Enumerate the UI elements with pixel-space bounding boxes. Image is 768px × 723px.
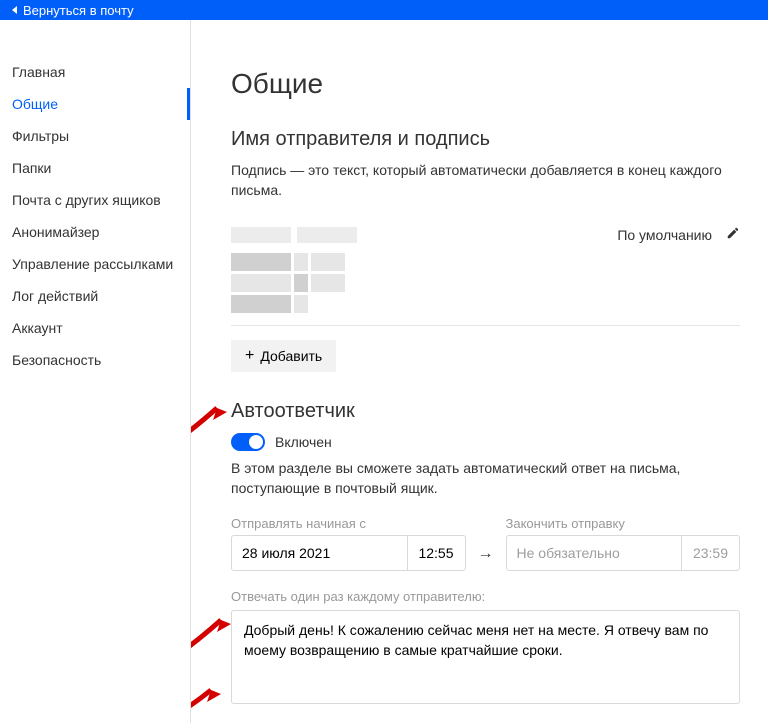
signature-preview (231, 253, 740, 313)
end-label: Закончить отправку (506, 516, 741, 531)
signature-card: По умолчанию (231, 218, 740, 326)
signature-default-badge: По умолчанию (617, 227, 712, 243)
end-time-input[interactable] (681, 536, 739, 570)
annotation-arrow-1 (191, 398, 229, 438)
signature-heading: Имя отправителя и подпись (231, 128, 740, 151)
sidebar-item-actionlog[interactable]: Лог действий (0, 280, 190, 312)
reply-textarea[interactable] (231, 610, 740, 704)
sidebar-item-general[interactable]: Общие (0, 88, 190, 120)
arrow-right-icon: → (474, 545, 498, 571)
sidebar-item-anonymizer[interactable]: Анонимайзер (0, 216, 190, 248)
autoresponder-section: Автоответчик Включен В этом разделе вы с… (231, 400, 740, 723)
signature-section: Имя отправителя и подпись Подпись — это … (231, 128, 740, 372)
sidebar-item-account[interactable]: Аккаунт (0, 312, 190, 344)
start-label: Отправлять начиная с (231, 516, 466, 531)
annotation-arrow-3 (191, 680, 223, 720)
sidebar-item-filters[interactable]: Фильтры (0, 120, 190, 152)
annotation-arrow-2 (191, 610, 233, 650)
plus-icon: + (245, 348, 254, 364)
chevron-left-icon (12, 6, 17, 14)
sidebar-item-main[interactable]: Главная (0, 56, 190, 88)
sidebar-item-security[interactable]: Безопасность (0, 344, 190, 376)
signature-name-placeholder (231, 227, 357, 243)
autoresponder-toggle[interactable] (231, 433, 265, 451)
back-label: Вернуться в почту (23, 3, 134, 18)
add-signature-button[interactable]: + Добавить (231, 340, 336, 372)
pencil-icon (726, 226, 740, 240)
signature-description: Подпись — это текст, который автоматичес… (231, 161, 740, 200)
autoresponder-heading: Автоответчик (231, 400, 740, 423)
start-time-input[interactable] (407, 536, 465, 570)
settings-sidebar: Главная Общие Фильтры Папки Почта с друг… (0, 20, 191, 723)
autoresponder-description: В этом разделе вы сможете задать автомат… (231, 459, 740, 498)
autoresponder-toggle-label: Включен (275, 434, 332, 450)
start-date-input[interactable] (232, 536, 407, 570)
toggle-knob (249, 435, 263, 449)
topbar: Вернуться в почту (0, 0, 768, 20)
edit-signature-button[interactable] (726, 226, 740, 243)
page-title: Общие (231, 68, 740, 100)
sidebar-item-folders[interactable]: Папки (0, 152, 190, 184)
end-date-input[interactable] (507, 536, 682, 570)
add-signature-label: Добавить (260, 348, 322, 364)
sidebar-item-other-mail[interactable]: Почта с других ящиков (0, 184, 190, 216)
back-to-mail-link[interactable]: Вернуться в почту (12, 3, 134, 18)
content: Общие Имя отправителя и подпись Подпись … (191, 20, 768, 723)
reply-once-label: Отвечать один раз каждому отправителю: (231, 589, 740, 604)
sidebar-item-subscriptions[interactable]: Управление рассылками (0, 248, 190, 280)
